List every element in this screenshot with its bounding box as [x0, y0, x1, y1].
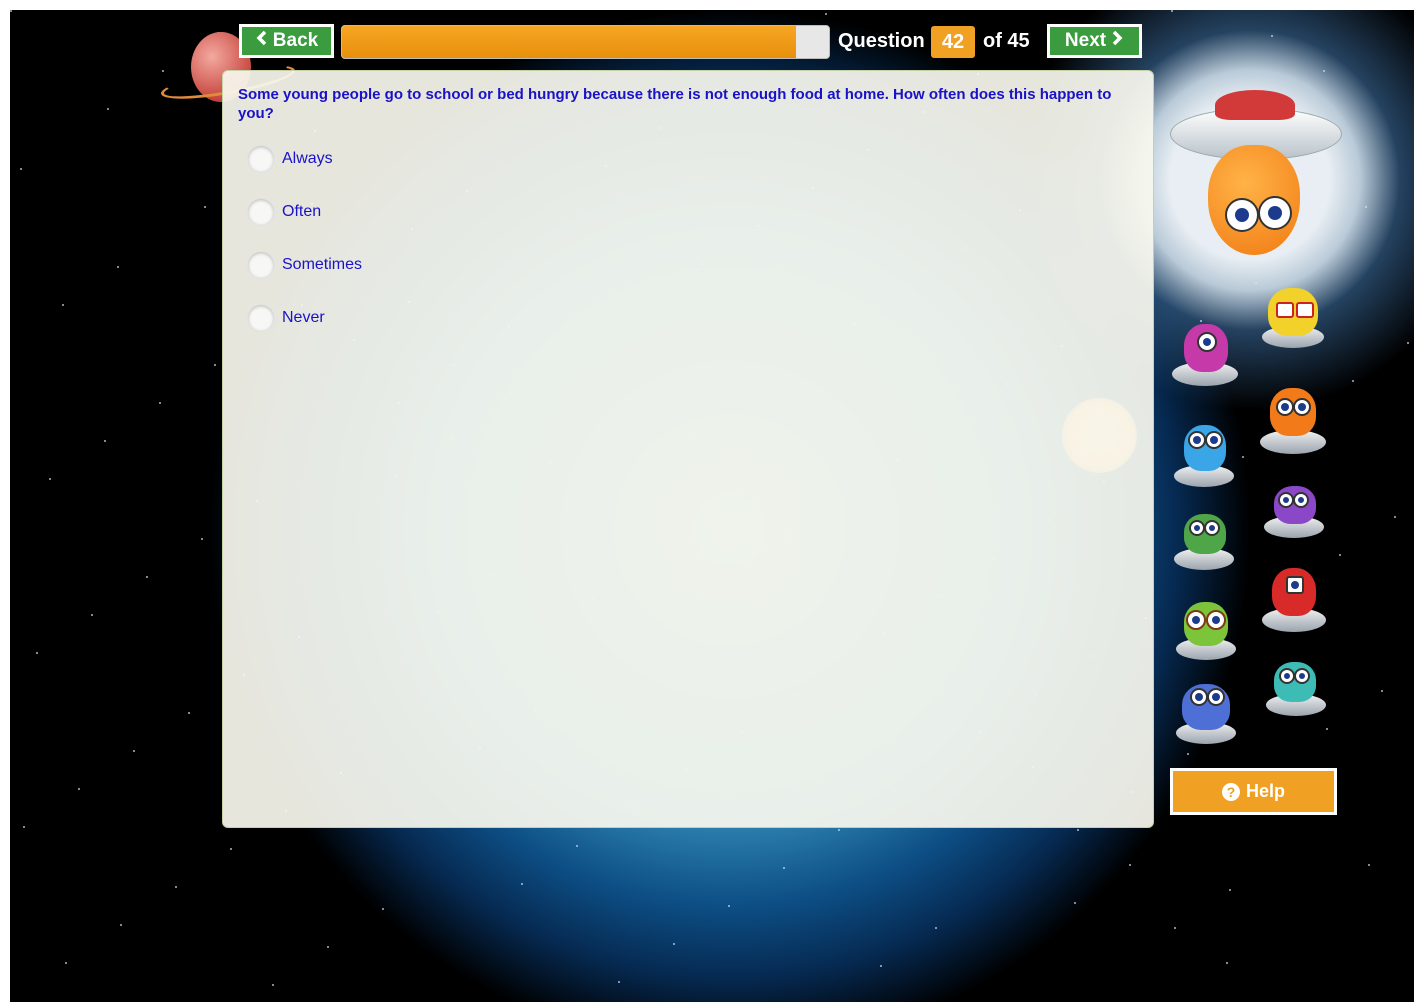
star-decoration — [159, 402, 161, 404]
star-decoration — [935, 927, 937, 929]
star-decoration — [146, 576, 148, 578]
star-decoration — [1229, 889, 1231, 891]
alien-blue — [1172, 415, 1242, 495]
star-decoration — [618, 981, 620, 983]
star-decoration — [20, 168, 22, 170]
star-decoration — [23, 826, 25, 828]
star-decoration — [1226, 962, 1228, 964]
star-decoration — [1339, 554, 1341, 556]
alien-lime — [1172, 596, 1242, 668]
option-label: Often — [282, 203, 322, 220]
help-button-label: Help — [1245, 781, 1285, 801]
star-decoration — [1271, 35, 1273, 37]
question-circle-icon: ? — [1221, 782, 1240, 801]
option-never[interactable]: Never — [248, 305, 325, 331]
star-decoration — [521, 883, 523, 885]
option-always[interactable]: Always — [248, 146, 333, 172]
star-decoration — [1394, 516, 1396, 518]
star-decoration — [201, 538, 203, 540]
star-decoration — [1368, 864, 1370, 866]
question-total: of 45 — [983, 30, 1030, 52]
next-button-label: Next — [1064, 30, 1107, 51]
radio-never[interactable] — [248, 305, 274, 331]
star-decoration — [65, 962, 67, 964]
help-button[interactable]: ? Help — [1170, 768, 1337, 815]
option-label: Always — [282, 150, 333, 167]
star-decoration — [1326, 728, 1328, 730]
star-decoration — [1074, 902, 1076, 904]
star-decoration — [36, 652, 38, 654]
progress-fill — [342, 26, 797, 58]
star-decoration — [214, 364, 216, 366]
star-decoration — [120, 924, 122, 926]
alien-purple — [1260, 480, 1330, 550]
alien-green — [1172, 508, 1242, 578]
star-decoration — [327, 946, 329, 948]
progress-bar — [341, 25, 830, 59]
chevron-right-icon — [1112, 30, 1124, 52]
star-decoration — [1242, 456, 1244, 458]
current-question-number: 42 — [931, 26, 975, 58]
star-decoration — [1077, 829, 1079, 831]
alien-navy — [1172, 678, 1242, 750]
back-button-label: Back — [272, 30, 319, 51]
star-decoration — [728, 905, 730, 907]
star-decoration — [230, 848, 232, 850]
star-decoration — [1158, 184, 1160, 186]
star-decoration — [1174, 927, 1176, 929]
option-label: Never — [282, 309, 325, 326]
star-decoration — [188, 712, 190, 714]
star-decoration — [880, 965, 882, 967]
radio-often[interactable] — [248, 199, 274, 225]
option-often[interactable]: Often — [248, 199, 321, 225]
back-button[interactable]: Back — [239, 24, 334, 58]
star-decoration — [825, 13, 827, 15]
alien-red — [1258, 560, 1330, 640]
star-decoration — [204, 206, 206, 208]
chevron-left-icon — [255, 30, 267, 52]
alien-pink — [1170, 310, 1240, 390]
alien-yellow — [1258, 282, 1328, 362]
star-decoration — [78, 788, 80, 790]
alien-teal — [1262, 656, 1332, 726]
star-decoration — [1187, 753, 1189, 755]
option-sometimes[interactable]: Sometimes — [248, 252, 362, 278]
star-decoration — [1323, 70, 1325, 72]
question-word: Question — [838, 30, 925, 52]
star-decoration — [133, 750, 135, 752]
star-decoration — [107, 108, 109, 110]
star-decoration — [10, 10, 12, 12]
main-alien-mascot — [1170, 90, 1342, 270]
star-decoration — [117, 266, 119, 268]
question-panel: Some young people go to school or bed hu… — [222, 70, 1154, 828]
star-decoration — [1129, 864, 1131, 866]
star-decoration — [1255, 282, 1257, 284]
star-decoration — [1381, 690, 1383, 692]
star-decoration — [162, 70, 164, 72]
star-decoration — [1352, 380, 1354, 382]
star-decoration — [838, 829, 840, 831]
star-decoration — [91, 614, 93, 616]
star-decoration — [49, 478, 51, 480]
star-decoration — [272, 984, 274, 986]
star-decoration — [783, 867, 785, 869]
next-button[interactable]: Next — [1047, 24, 1142, 58]
star-decoration — [382, 908, 384, 910]
star-decoration — [1407, 342, 1409, 344]
star-decoration — [1171, 10, 1173, 12]
star-decoration — [1365, 206, 1367, 208]
alien-orange — [1256, 382, 1331, 464]
star-decoration — [104, 440, 106, 442]
star-decoration — [175, 886, 177, 888]
question-text: Some young people go to school or bed hu… — [238, 86, 1112, 122]
star-decoration — [576, 845, 578, 847]
star-decoration — [62, 304, 64, 306]
radio-always[interactable] — [248, 146, 274, 172]
option-label: Sometimes — [282, 256, 363, 273]
star-decoration — [673, 943, 675, 945]
radio-sometimes[interactable] — [248, 252, 274, 278]
